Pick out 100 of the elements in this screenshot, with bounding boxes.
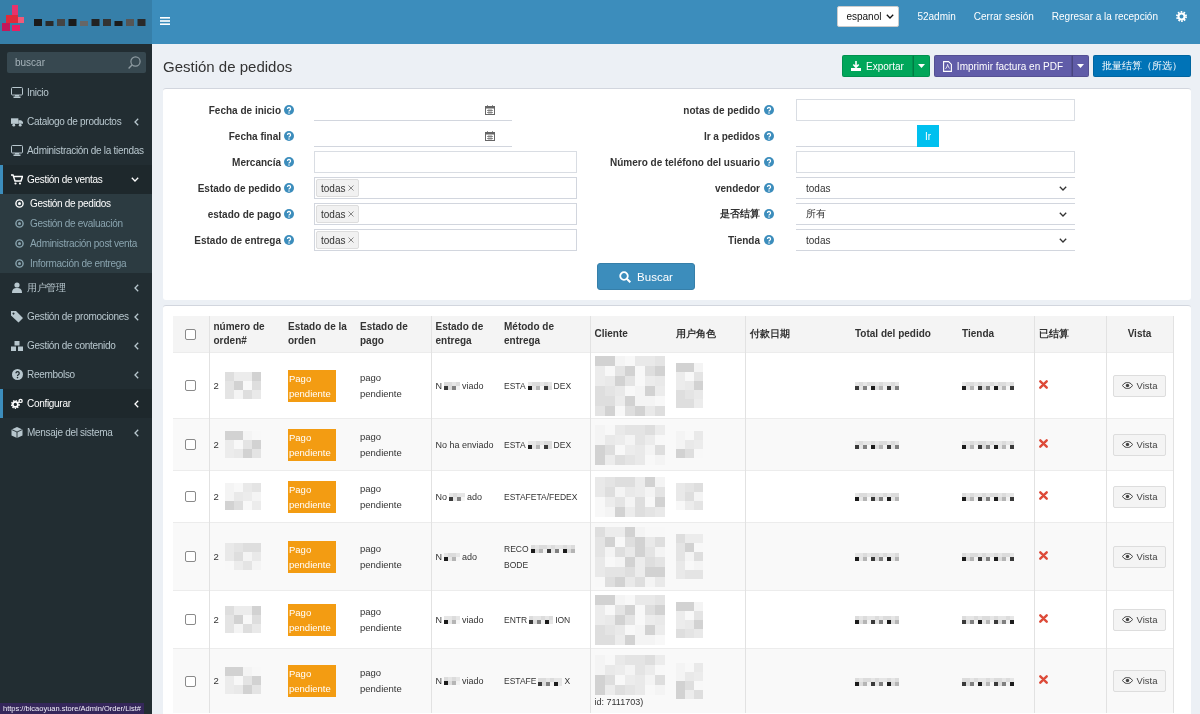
search-icon[interactable] — [128, 56, 141, 69]
text-field[interactable] — [796, 151, 1075, 173]
text-field[interactable] — [314, 151, 577, 173]
field-label: Fecha de inicio — [207, 104, 281, 116]
tag-chip[interactable]: todas — [316, 179, 360, 197]
topbar-link[interactable]: 52admin — [917, 10, 956, 22]
submenu-item[interactable]: Gestión de pedidos — [0, 194, 152, 214]
topbar-link[interactable]: Cerrar sesión — [973, 10, 1034, 22]
sidebar-item[interactable]: Gestión de contenido — [0, 331, 152, 360]
sidebar-item[interactable]: Gestión de ventas — [0, 165, 152, 194]
remove-icon[interactable] — [348, 185, 355, 191]
column-header: Estado de entrega — [431, 316, 500, 353]
sidebar-item[interactable]: Administración de la tiendas — [0, 136, 152, 165]
view-button[interactable]: Vista — [1112, 669, 1167, 692]
help-icon[interactable] — [284, 209, 294, 219]
field-label: Número de teléfono del usuario — [608, 156, 760, 168]
menu-icon[interactable] — [160, 17, 170, 25]
help-icon[interactable] — [764, 209, 774, 219]
view-button[interactable]: Vista — [1112, 485, 1167, 508]
submenu-item[interactable]: Administración post venta — [0, 233, 152, 254]
language-select[interactable]: espanol — [837, 5, 900, 27]
print-pdf-button[interactable]: Imprimir factura en PDF — [933, 55, 1072, 77]
help-icon[interactable] — [284, 235, 294, 245]
calendar-icon[interactable] — [485, 131, 495, 141]
sidebar-item[interactable]: 用户管理 — [0, 273, 152, 302]
pixelated-block — [855, 616, 899, 625]
field-label: estado de pago — [206, 208, 281, 220]
tag-chip[interactable]: todas — [316, 205, 360, 223]
help-icon[interactable] — [284, 131, 294, 141]
text-field[interactable] — [796, 99, 1075, 121]
checkbox[interactable] — [185, 380, 197, 392]
chevron-down-icon — [1059, 237, 1067, 243]
pixelated-block — [449, 493, 465, 502]
sidebar-item[interactable]: Mensaje del sistema — [0, 418, 152, 447]
pixelated-block — [676, 601, 703, 638]
help-icon[interactable] — [764, 131, 774, 141]
pixelated-block — [676, 363, 703, 408]
tag-chip[interactable]: todas — [316, 231, 360, 249]
help-icon[interactable] — [764, 105, 774, 115]
dropdown-toggle[interactable] — [1072, 55, 1089, 77]
help-icon[interactable] — [284, 183, 294, 193]
submenu-item[interactable]: Gestión de evaluación — [0, 213, 152, 234]
tag-field[interactable]: todas — [314, 229, 577, 251]
view-button[interactable]: Vista — [1112, 545, 1167, 568]
help-icon[interactable] — [764, 235, 774, 245]
field-label: Mercancía — [231, 156, 281, 168]
pixelated-block — [962, 553, 1014, 562]
batch-settle-button[interactable]: 批量结算（所选） — [1093, 55, 1191, 77]
tag-field[interactable]: todas — [314, 203, 577, 225]
select-field[interactable]: 所有 — [796, 203, 1075, 225]
circle-icon — [15, 199, 24, 209]
sidebar-item[interactable]: Inicio — [0, 78, 152, 107]
sidebar-item[interactable]: Gestión de promociones — [0, 302, 152, 331]
calendar-icon[interactable] — [485, 105, 495, 115]
sidebar-item[interactable]: Configurar — [0, 389, 152, 418]
eye-icon — [1121, 493, 1133, 500]
search-field[interactable]: buscar — [7, 52, 146, 73]
file-icon — [942, 60, 952, 72]
field-label: Estado de pedido — [196, 182, 281, 194]
view-button[interactable]: Vista — [1112, 433, 1167, 456]
help-icon[interactable] — [284, 105, 294, 115]
search-button[interactable]: Buscar — [597, 263, 695, 290]
checkbox[interactable] — [185, 614, 197, 626]
select-field[interactable]: todas — [796, 229, 1075, 251]
chevron-down-icon — [1059, 211, 1067, 217]
settings-icon[interactable] — [1176, 10, 1187, 22]
tag-field[interactable]: todas — [314, 177, 577, 199]
order-number-text: 2 — [213, 614, 219, 625]
order-number-text: 2 — [213, 551, 219, 562]
topbar-link[interactable]: Regresar a la recepción — [1051, 10, 1158, 22]
remove-icon[interactable] — [348, 237, 355, 243]
payment-status-text: pago pendiente — [360, 370, 403, 401]
pixelated-block — [962, 382, 1014, 391]
help-icon[interactable] — [284, 157, 294, 167]
delivery-method-text: DEX — [553, 439, 572, 450]
pixelated-block — [676, 534, 703, 579]
checkbox[interactable] — [185, 491, 197, 503]
circle-icon — [15, 238, 24, 248]
sidebar-item[interactable]: Reembolso — [0, 360, 152, 389]
pixelated-block — [224, 667, 261, 695]
help-icon[interactable] — [764, 157, 774, 167]
remove-icon[interactable] — [348, 211, 355, 217]
checkbox[interactable] — [185, 551, 197, 563]
cubes-icon — [11, 340, 23, 351]
payment-status-text: pago pendiente — [360, 429, 403, 460]
pixelated-block — [224, 483, 261, 510]
user-icon — [12, 282, 22, 293]
submenu-item[interactable]: Información de entrega — [0, 253, 152, 273]
sidebar-item[interactable]: Catalogo de productos — [0, 107, 152, 136]
caret-down-icon — [917, 64, 925, 68]
help-icon[interactable] — [764, 183, 774, 193]
checkbox[interactable] — [185, 439, 197, 451]
view-button[interactable]: Vista — [1112, 608, 1167, 631]
client-id-text: id: 7111703) — [594, 696, 645, 707]
view-button[interactable]: Vista — [1112, 374, 1167, 397]
checkbox[interactable] — [185, 675, 197, 687]
delivery-method-text: RECO — [504, 543, 529, 554]
select-field[interactable]: todas — [796, 177, 1075, 199]
field-label: Fecha final — [227, 130, 281, 142]
checkbox[interactable] — [185, 328, 197, 340]
